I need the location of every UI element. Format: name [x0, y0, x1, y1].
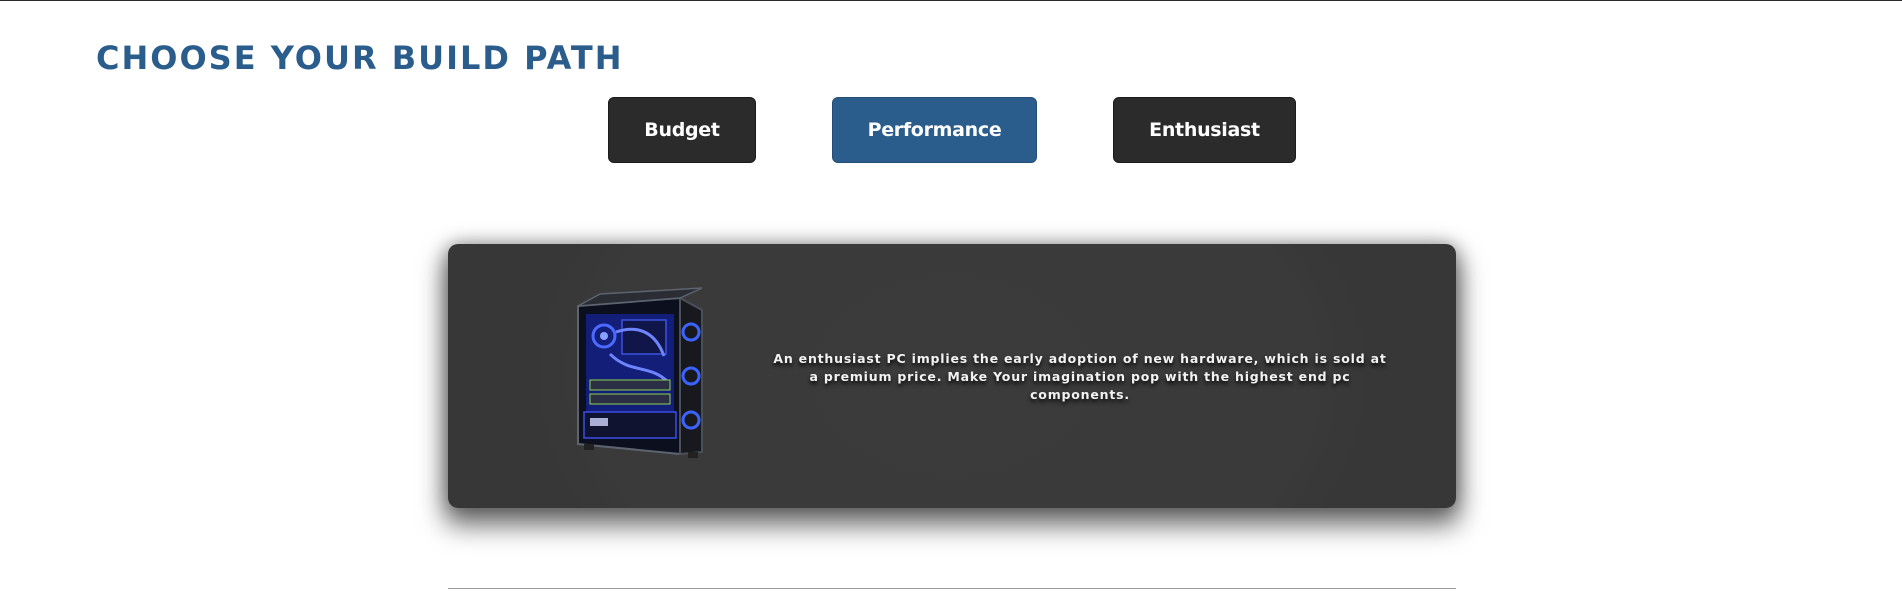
enthusiast-button[interactable]: Enthusiast: [1113, 97, 1296, 163]
performance-button[interactable]: Performance: [832, 97, 1037, 163]
build-path-description: An enthusiast PC implies the early adopt…: [773, 351, 1387, 402]
build-path-tabs: Budget Performance Enthusiast: [0, 0, 1902, 180]
divider: [448, 588, 1456, 589]
build-path-card: An enthusiast PC implies the early adopt…: [448, 244, 1456, 508]
pc-tower-icon: [577, 287, 703, 458]
budget-button[interactable]: Budget: [608, 97, 756, 163]
